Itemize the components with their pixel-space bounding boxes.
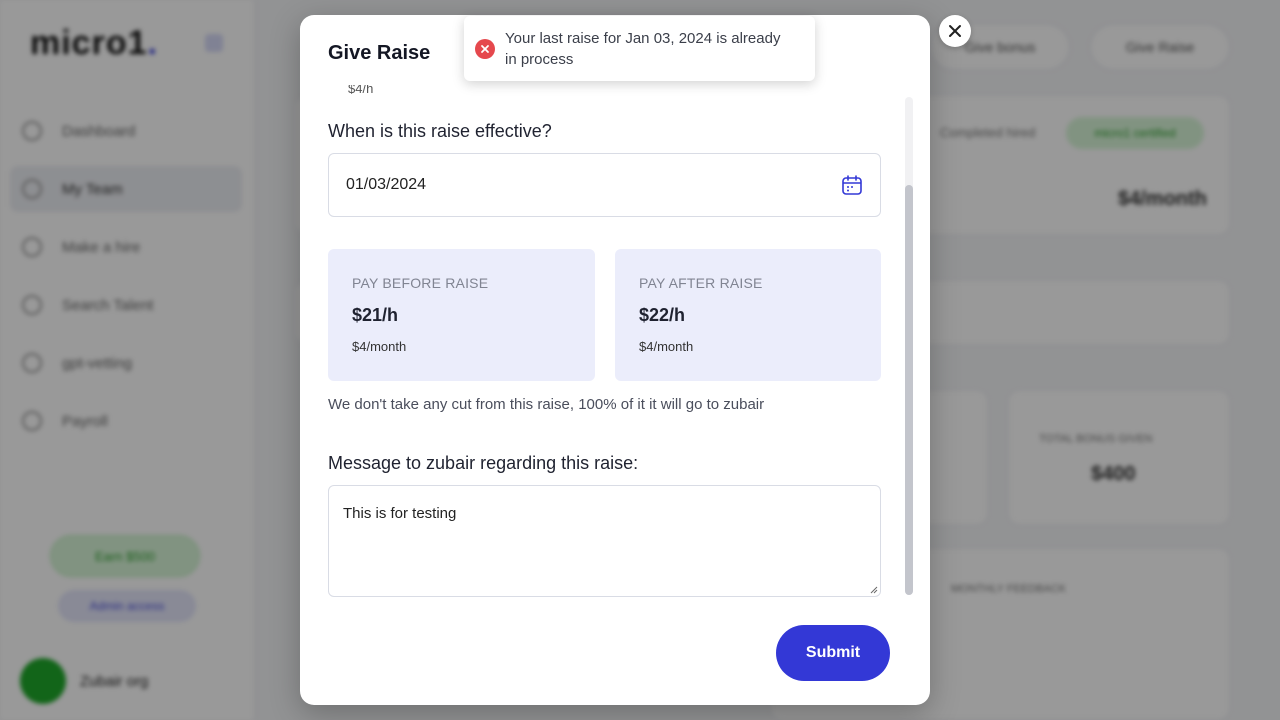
date-value: 01/03/2024 — [346, 176, 427, 193]
pay-before-monthly: $4/month — [352, 339, 407, 354]
message-value: This is for testing — [343, 505, 457, 522]
pay-before-card: PAY BEFORE RAISE $21/h $4/month — [328, 249, 595, 381]
pay-after-label: PAY AFTER RAISE — [639, 275, 763, 291]
message-label: Message to zubair regarding this raise: — [328, 453, 639, 473]
pay-after-monthly: $4/month — [639, 339, 694, 354]
effective-date-label: When is this raise effective? — [328, 121, 552, 141]
submit-button[interactable]: Submit — [776, 625, 890, 681]
toast-message: Your last raise for Jan 03, 2024 is alre… — [505, 30, 781, 68]
modal-scrollbar[interactable] — [905, 97, 913, 595]
modal-title: Give Raise — [328, 42, 431, 64]
effective-date-input[interactable]: 01/03/2024 — [328, 153, 881, 217]
give-raise-modal: Give Raise $4/h When is this raise effec… — [300, 15, 930, 705]
modal-scroll-area[interactable]: $4/h When is this raise effective? 01/03… — [300, 85, 930, 625]
calendar-icon[interactable] — [841, 174, 863, 196]
no-cut-note: We don't take any cut from this raise, 1… — [328, 396, 765, 413]
error-toast: Your last raise for Jan 03, 2024 is alre… — [464, 16, 815, 81]
pay-after-card: PAY AFTER RAISE $22/h $4/month — [615, 249, 881, 381]
pay-after-rate: $22/h — [639, 305, 686, 325]
resize-handle-icon[interactable] — [870, 586, 878, 594]
cut-off-text: $4/h — [348, 85, 374, 96]
close-modal-button[interactable] — [939, 15, 971, 47]
scrollbar-thumb[interactable] — [905, 185, 913, 595]
close-icon — [949, 25, 961, 37]
error-icon — [475, 39, 495, 59]
pay-before-label: PAY BEFORE RAISE — [352, 275, 489, 291]
pay-before-rate: $21/h — [352, 305, 399, 325]
message-textarea[interactable]: This is for testing — [328, 485, 881, 597]
